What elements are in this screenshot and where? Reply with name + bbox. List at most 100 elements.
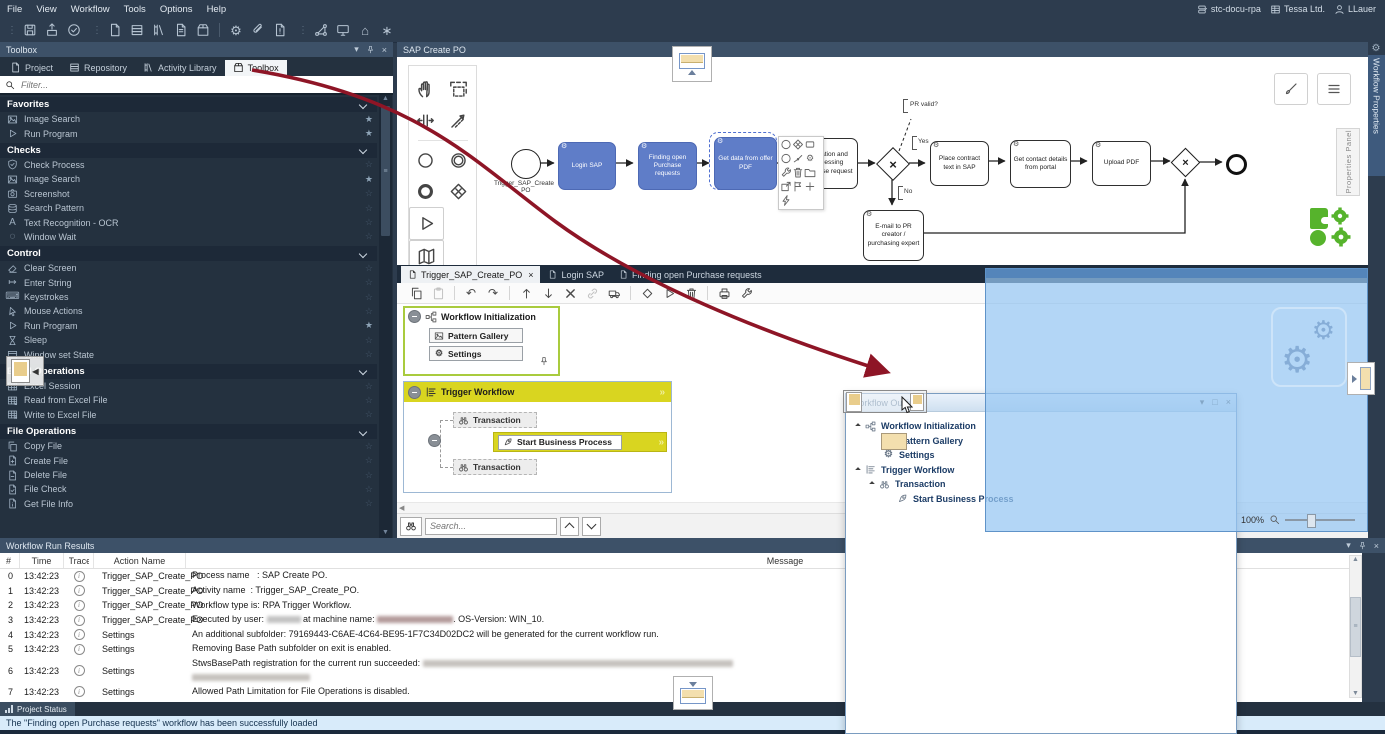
save-icon[interactable] [23,23,37,37]
bpmn-task-login-sap[interactable]: ⚙Login SAP [558,142,616,190]
editor-tab-finding-open-purchase-requests[interactable]: Finding open Purchase requests [612,266,769,283]
context-pad[interactable]: ⚙ [778,136,824,210]
diagram-menu-button[interactable] [1317,73,1351,105]
tab-toolbox[interactable]: Toolbox [225,60,287,76]
menu-file[interactable]: File [0,4,29,15]
palette-circleic[interactable] [409,145,442,176]
palette-connarrow[interactable] [442,105,475,136]
redo-icon[interactable]: ↷ [487,287,500,300]
session-llauer[interactable]: LLauer [1334,4,1376,15]
trash-icon[interactable] [792,166,804,179]
palette-circdouble[interactable] [442,145,475,176]
favorite-star-icon[interactable]: ☆ [365,159,373,170]
dock-guide-right[interactable] [1347,362,1375,395]
flag-icon[interactable] [792,180,804,193]
toolbox-item-run-program[interactable]: Run Program★ [0,319,377,333]
favorite-star-icon[interactable]: ☆ [365,484,373,495]
palette-spacetool[interactable] [409,105,442,136]
downar-icon[interactable] [542,287,555,300]
transaction-item-2[interactable]: Transaction [453,459,537,475]
books-icon[interactable] [152,23,166,37]
bpmn-start-event[interactable] [511,149,541,179]
toolbox-item-window-set-state[interactable]: Window set State☆ [0,347,377,361]
tab-project-status[interactable]: Project Status [0,702,75,716]
doclines-icon[interactable] [174,23,188,37]
favorite-star-icon[interactable]: ☆ [365,409,373,420]
link-icon[interactable] [586,287,599,300]
results-scrollbar[interactable]: ▲≡▼ [1349,555,1362,698]
bpmn-canvas[interactable]: Trigger_SAP_Create_PO ⚙Login SAP ⚙Findin… [397,57,1368,265]
wrench-icon[interactable] [780,166,792,179]
palette-map[interactable] [409,240,444,265]
palette-playic[interactable] [409,207,444,240]
nodes-icon[interactable] [314,23,328,37]
collapse-button[interactable]: – [408,310,421,323]
favorite-star-icon[interactable]: ☆ [365,217,373,228]
section-header-control[interactable]: Control [0,246,377,261]
section-header-checks[interactable]: Checks [0,143,377,158]
toolbox-item-check-process[interactable]: Check Process☆ [0,158,377,172]
favorite-star-icon[interactable]: ☆ [365,395,373,406]
repo-icon[interactable] [130,23,144,37]
bpmn-task-email-pr[interactable]: ⚙E-mail to PR creator / purchasing exper… [863,210,924,261]
column-header-action-name[interactable]: Action Name [94,553,186,568]
favorite-star-icon[interactable]: ☆ [365,203,373,214]
tab-activity-library[interactable]: Activity Library [135,60,225,76]
toolbox-item-window-wait[interactable]: ◌Window Wait☆ [0,230,377,244]
transaction-item-1[interactable]: Transaction [453,412,537,428]
find-button[interactable] [400,517,422,536]
dropdown-icon[interactable]: ▾ [354,44,359,55]
collapse-button[interactable]: – [428,434,441,447]
pin-icon[interactable] [539,355,549,367]
editor-search-input[interactable] [425,518,557,535]
toolbox-item-get-file-info[interactable]: Get File Info☆ [0,497,377,511]
expand-chevrons-icon[interactable]: » [658,437,663,448]
collapse-button[interactable]: – [408,386,421,399]
gear-icon[interactable]: ⚙ [229,23,243,37]
zoom-slider[interactable] [1285,519,1355,521]
expand-chevrons-icon[interactable]: » [659,387,664,398]
toolbox-item-keystrokes[interactable]: ⌨Keystrokes☆ [0,290,377,304]
angle-icon[interactable] [792,152,804,165]
delx-icon[interactable] [564,287,577,300]
favorite-star-icon[interactable]: ☆ [365,381,373,392]
plus-icon[interactable] [804,180,816,193]
toolbox-item-mouse-actions[interactable]: Mouse Actions☆ [0,304,377,318]
diamond-icon[interactable] [641,287,654,300]
home-icon[interactable]: ⌂ [358,23,372,37]
palette-lasso[interactable] [442,74,475,105]
tab-workflow-properties[interactable]: Workflow Properties [1368,55,1385,176]
toolbox-item-file-check[interactable]: File Check☆ [0,482,377,496]
bpmn-task-finding-open-pr[interactable]: ⚙Finding open Purchase requests [638,142,697,190]
doc-icon[interactable] [108,23,122,37]
trigger-workflow-block[interactable]: – Trigger Workflow » Transaction – Start… [403,381,672,493]
favorite-star-icon[interactable]: ☆ [365,231,373,242]
pin-icon[interactable] [1358,541,1367,550]
truck-icon[interactable] [608,287,621,300]
toolbox-item-create-file[interactable]: Create File☆ [0,453,377,467]
bolt-icon[interactable] [780,194,792,207]
toolbox-item-sleep[interactable]: Sleep☆ [0,333,377,347]
circleic-icon[interactable] [780,138,792,151]
workflow-initialization-block[interactable]: – Workflow Initialization Pattern Galler… [403,306,560,376]
dock-guide-top[interactable] [672,46,712,82]
paste-icon[interactable] [432,287,445,300]
pin-icon[interactable] [366,45,375,54]
clip-icon[interactable] [251,23,265,37]
monitor-icon[interactable] [336,23,350,37]
upar-icon[interactable] [520,287,533,300]
tab-repository[interactable]: Repository [61,60,135,76]
toolbox-item-delete-file[interactable]: Delete File☆ [0,468,377,482]
rectic-icon[interactable] [804,138,816,151]
favorite-star-icon[interactable]: ★ [365,320,373,331]
toolbox-item-image-search[interactable]: Image Search★ [0,112,377,126]
toolbox-item-write-to-excel-file[interactable]: Write to Excel File☆ [0,408,377,422]
expander-icon[interactable] [869,481,875,487]
upload-icon[interactable] [45,23,59,37]
expander-icon[interactable] [855,423,861,429]
palette-gatex[interactable] [442,176,475,207]
dropdown-icon[interactable]: ▾ [1346,540,1351,551]
toolbox-scrollbar[interactable]: ▲≡▼ [379,95,392,538]
bpmn-task-get-contact[interactable]: ⚙Get contact details from portal [1010,140,1071,188]
favorite-star-icon[interactable]: ☆ [365,470,373,481]
